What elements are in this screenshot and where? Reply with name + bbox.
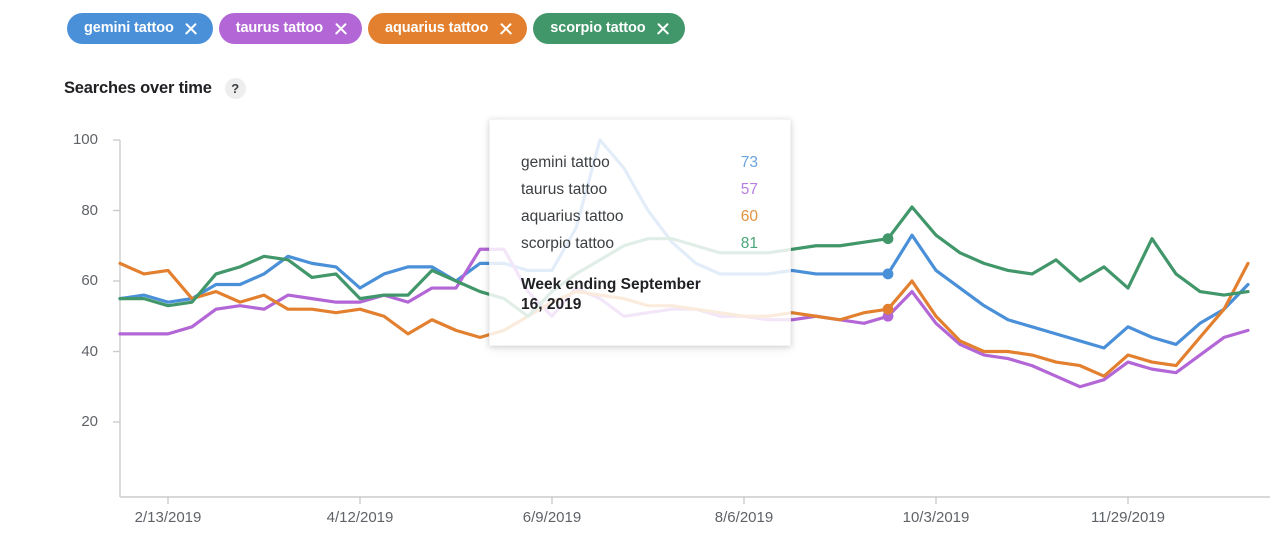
x-axis-tick-label: 8/6/2019 xyxy=(714,509,774,526)
tooltip-series-name: scorpio tattoo xyxy=(521,235,615,253)
x-axis-tick-label: 2/13/2019 xyxy=(134,509,202,526)
y-axis-tick-label: 40 xyxy=(81,342,98,360)
chart-tooltip: gemini tattoo 73 taurus tattoo 57 aquarius t… xyxy=(489,119,791,346)
tooltip-date-label: Week ending September 16, 2019 xyxy=(521,275,701,314)
trends-chart-panel: gemini tattoo taurus tattoo aquarius tatto… xyxy=(0,0,1286,542)
x-axis-tick-label: 4/12/2019 xyxy=(326,509,394,526)
tooltip-row: aquarius tattoo 60 xyxy=(521,207,758,227)
tooltip-row: scorpio tattoo 81 xyxy=(521,234,758,254)
tooltip-row: gemini tattoo 73 xyxy=(521,153,758,173)
tooltip-row: taurus tattoo 57 xyxy=(521,180,758,200)
tooltip-series-name: aquarius tattoo xyxy=(521,208,624,226)
tooltip-value-rows: gemini tattoo 73 taurus tattoo 57 aquarius t… xyxy=(521,153,758,255)
y-axis-tick-label: 20 xyxy=(81,413,98,430)
series-point-marker-0 xyxy=(882,268,894,280)
x-axis-tick-label: 6/9/2019 xyxy=(522,509,582,526)
x-axis-tick-label: 11/29/2019 xyxy=(1091,509,1165,526)
tooltip-series-value: 73 xyxy=(740,154,758,171)
x-axis-tick-label: 10/3/2019 xyxy=(902,509,970,526)
series-point-marker-3 xyxy=(882,233,894,245)
tooltip-series-value: 60 xyxy=(740,208,758,226)
tooltip-series-value: 81 xyxy=(740,235,758,253)
series-point-marker-2 xyxy=(882,303,894,315)
y-axis-tick-label: 80 xyxy=(81,201,98,219)
tooltip-series-name: gemini tattoo xyxy=(521,154,610,171)
y-axis-tick-label: 60 xyxy=(81,272,98,289)
tooltip-series-value: 57 xyxy=(740,181,758,199)
y-axis-tick-label: 100 xyxy=(72,131,98,148)
tooltip-series-name: taurus tattoo xyxy=(521,181,608,199)
